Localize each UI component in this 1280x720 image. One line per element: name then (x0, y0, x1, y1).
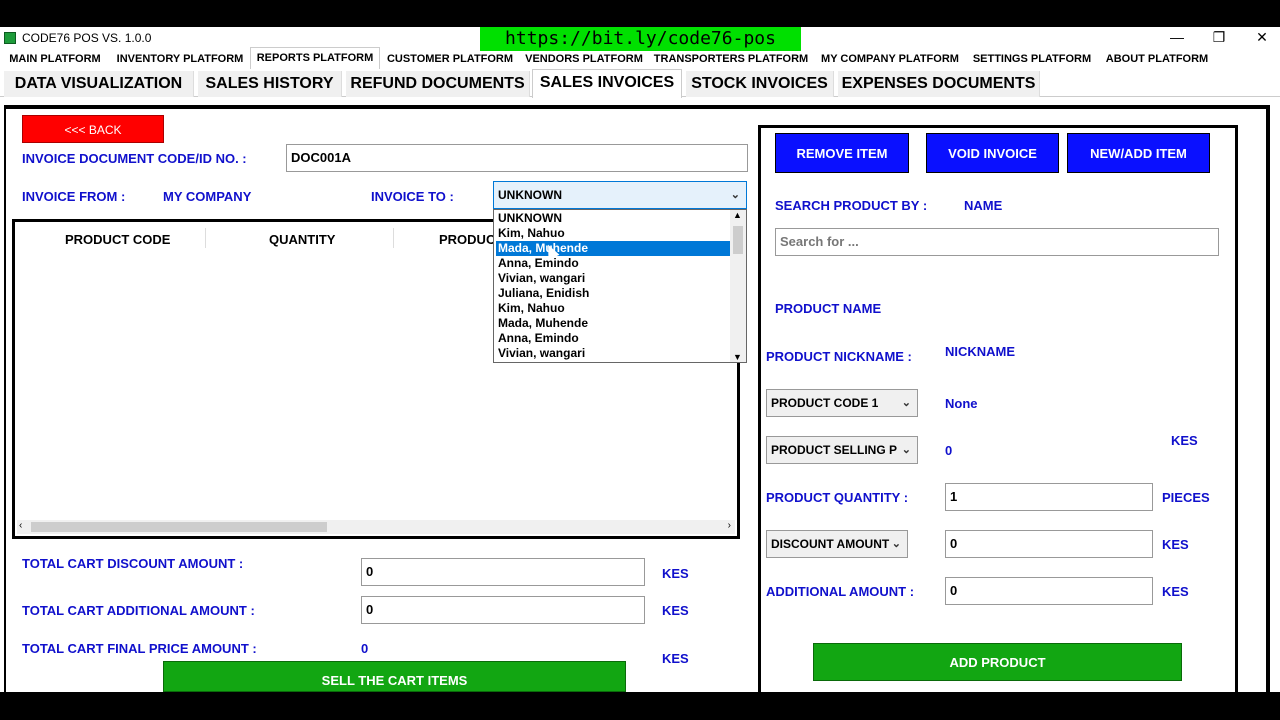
reports-sub-tabs: DATA VISUALIZATION SALES HISTORY REFUND … (0, 69, 1280, 98)
new-add-item-button[interactable]: NEW/ADD ITEM (1067, 133, 1210, 173)
main-platform-tabs: MAIN PLATFORM INVENTORY PLATFORM REPORTS… (0, 47, 1280, 69)
column-divider (205, 228, 206, 248)
cart-additional-input[interactable]: 0 (361, 596, 645, 624)
scroll-right-icon[interactable]: › (728, 520, 731, 531)
restore-button[interactable]: ❐ (1202, 27, 1236, 49)
product-quantity-label: PRODUCT QUANTITY : (766, 490, 909, 505)
discount-amount-currency: KES (1162, 537, 1189, 552)
invoice-from-label: INVOICE FROM : (22, 189, 126, 204)
invoice-to-selected: UNKNOWN (498, 188, 562, 202)
dropdown-option[interactable]: Vivian, wangari (496, 346, 732, 361)
dropdown-option[interactable]: Vivian, wangari (496, 271, 732, 286)
discount-amount-select[interactable]: DISCOUNT AMOUNT ⌄ (766, 530, 908, 558)
cart-final-value: 0 (361, 641, 369, 656)
scrollbar-thumb[interactable] (733, 226, 743, 254)
tab-data-visualization[interactable]: DATA VISUALIZATION (4, 71, 194, 97)
sell-cart-button[interactable]: SELL THE CART ITEMS (163, 661, 626, 692)
product-name-label: PRODUCT NAME (775, 301, 882, 316)
chevron-down-icon: ⌄ (891, 538, 901, 550)
add-product-button[interactable]: ADD PRODUCT (813, 643, 1182, 681)
tab-refund-documents[interactable]: REFUND DOCUMENTS (346, 71, 530, 97)
additional-amount-input[interactable]: 0 (945, 577, 1153, 605)
discount-amount-selected: DISCOUNT AMOUNT (771, 537, 890, 551)
cart-final-currency: KES (662, 651, 689, 666)
product-selling-price-currency: KES (1171, 433, 1198, 448)
invoice-to-label: INVOICE TO : (371, 189, 454, 204)
dropdown-option[interactable]: Kim, Nahuo (496, 301, 732, 316)
pos-window: CODE76 POS VS. 1.0.0 — ❐ ✕ https://bit.l… (0, 27, 1280, 692)
invoice-to-dropdown-list[interactable]: UNKNOWN Kim, Nahuo Mada, Muhende Anna, E… (493, 209, 747, 363)
vertical-scrollbar[interactable]: ▲ ▼ (730, 210, 746, 362)
product-quantity-unit: PIECES (1162, 490, 1210, 505)
minimize-button[interactable]: — (1160, 27, 1194, 49)
window-title: CODE76 POS VS. 1.0.0 (22, 31, 152, 45)
scrollbar-thumb[interactable] (31, 522, 327, 532)
close-button[interactable]: ✕ (1245, 27, 1279, 49)
product-code-select[interactable]: PRODUCT CODE 1 ⌄ (766, 389, 918, 417)
product-selling-price-value: 0 (945, 443, 953, 458)
additional-amount-label: ADDITIONAL AMOUNT : (766, 584, 915, 599)
content-right-border (1266, 105, 1270, 692)
chevron-down-icon: ⌄ (901, 444, 911, 456)
dropdown-option[interactable]: Anna, Emindo (496, 256, 732, 271)
dropdown-option[interactable]: UNKNOWN (496, 211, 732, 226)
product-code-selected: PRODUCT CODE 1 (771, 396, 879, 410)
column-quantity[interactable]: QUANTITY (269, 232, 335, 247)
tab-customer-platform[interactable]: CUSTOMER PLATFORM (384, 49, 516, 69)
tab-expenses-documents[interactable]: EXPENSES DOCUMENTS (838, 71, 1040, 97)
additional-amount-currency: KES (1162, 584, 1189, 599)
tab-main-platform[interactable]: MAIN PLATFORM (2, 49, 108, 69)
invoice-to-select[interactable]: UNKNOWN ⌄ (493, 181, 747, 209)
app-logo-icon (4, 32, 16, 44)
doc-code-label: INVOICE DOCUMENT CODE/ID NO. : (22, 151, 247, 166)
scroll-left-icon[interactable]: ‹ (19, 520, 22, 531)
tab-sales-history[interactable]: SALES HISTORY (198, 71, 342, 97)
dropdown-option[interactable]: Mada, Muhende (496, 316, 732, 331)
chevron-down-icon: ⌄ (730, 189, 740, 201)
product-selling-price-select[interactable]: PRODUCT SELLING P ⌄ (766, 436, 918, 464)
product-nickname-label: PRODUCT NICKNAME : (766, 349, 912, 364)
content-top-border (4, 105, 1266, 109)
dropdown-option[interactable]: Anna, Emindo (496, 331, 732, 346)
cart-final-label: TOTAL CART FINAL PRICE AMOUNT : (22, 641, 257, 656)
remove-item-button[interactable]: REMOVE ITEM (775, 133, 909, 173)
discount-amount-input[interactable]: 0 (945, 530, 1153, 558)
tab-transporters-platform[interactable]: TRANSPORTERS PLATFORM (652, 49, 810, 69)
horizontal-scrollbar[interactable]: ‹ › (17, 520, 735, 534)
void-invoice-button[interactable]: VOID INVOICE (926, 133, 1059, 173)
tab-my-company-platform[interactable]: MY COMPANY PLATFORM (818, 49, 962, 69)
tab-inventory-platform[interactable]: INVENTORY PLATFORM (114, 49, 246, 69)
column-divider (393, 228, 394, 248)
product-code-value: None (945, 396, 978, 411)
dropdown-option[interactable]: Juliana, Enidish (496, 286, 732, 301)
doc-code-input[interactable]: DOC001A (286, 144, 748, 172)
tab-about-platform[interactable]: ABOUT PLATFORM (1102, 49, 1212, 69)
scroll-down-icon[interactable]: ▼ (733, 352, 742, 362)
product-nickname-value: NICKNAME (945, 344, 1016, 359)
cart-discount-input[interactable]: 0 (361, 558, 645, 586)
cart-additional-label: TOTAL CART ADDITIONAL AMOUNT : (22, 603, 255, 618)
dropdown-option-highlighted[interactable]: Mada, Muhende (496, 241, 732, 256)
product-quantity-input[interactable]: 1 (945, 483, 1153, 511)
chevron-down-icon: ⌄ (901, 397, 911, 409)
invoice-from-value: MY COMPANY (163, 189, 252, 204)
search-by-value: NAME (964, 198, 1003, 213)
column-product-code[interactable]: PRODUCT CODE (65, 232, 170, 247)
dropdown-option[interactable]: Kim, Nahuo (496, 226, 732, 241)
tab-sales-invoices[interactable]: SALES INVOICES (532, 69, 682, 98)
content-left-border (4, 107, 6, 692)
cart-discount-label: TOTAL CART DISCOUNT AMOUNT : (22, 556, 244, 571)
tab-vendors-platform[interactable]: VENDORS PLATFORM (522, 49, 646, 69)
product-selling-price-selected: PRODUCT SELLING P (771, 443, 898, 457)
search-input[interactable]: Search for ... (775, 228, 1219, 256)
back-button[interactable]: <<< BACK (22, 115, 164, 143)
url-banner: https://bit.ly/code76-pos (480, 27, 801, 51)
cart-discount-currency: KES (662, 566, 689, 581)
tab-reports-platform[interactable]: REPORTS PLATFORM (250, 47, 380, 69)
tab-settings-platform[interactable]: SETTINGS PLATFORM (968, 49, 1096, 69)
cart-additional-currency: KES (662, 603, 689, 618)
scroll-up-icon[interactable]: ▲ (733, 210, 742, 220)
tab-stock-invoices[interactable]: STOCK INVOICES (686, 71, 834, 97)
search-by-label: SEARCH PRODUCT BY : (775, 198, 928, 213)
